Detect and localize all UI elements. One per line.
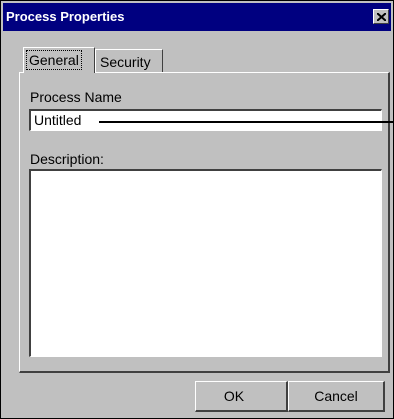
process-properties-dialog: Process Properties General Security Proc… [0,0,394,419]
ok-button-label: OK [223,388,245,404]
tab-general[interactable]: General [23,47,95,73]
process-name-input[interactable]: Untitled [29,109,382,131]
close-button[interactable] [373,9,389,24]
close-icon [377,13,386,21]
general-tab-panel: Process Name Untitled Description: [19,72,390,373]
cancel-button[interactable]: Cancel [288,381,385,412]
ok-button[interactable]: OK [195,381,288,412]
tab-security[interactable]: Security [95,49,163,73]
window-title: Process Properties [6,9,125,24]
cancel-button-label: Cancel [314,388,358,404]
description-label: Description: [30,151,104,167]
description-textarea[interactable] [29,169,382,357]
process-name-label: Process Name [30,89,122,105]
tab-general-label: General [26,50,82,70]
tab-security-label: Security [100,54,151,70]
title-bar[interactable]: Process Properties [3,3,391,31]
